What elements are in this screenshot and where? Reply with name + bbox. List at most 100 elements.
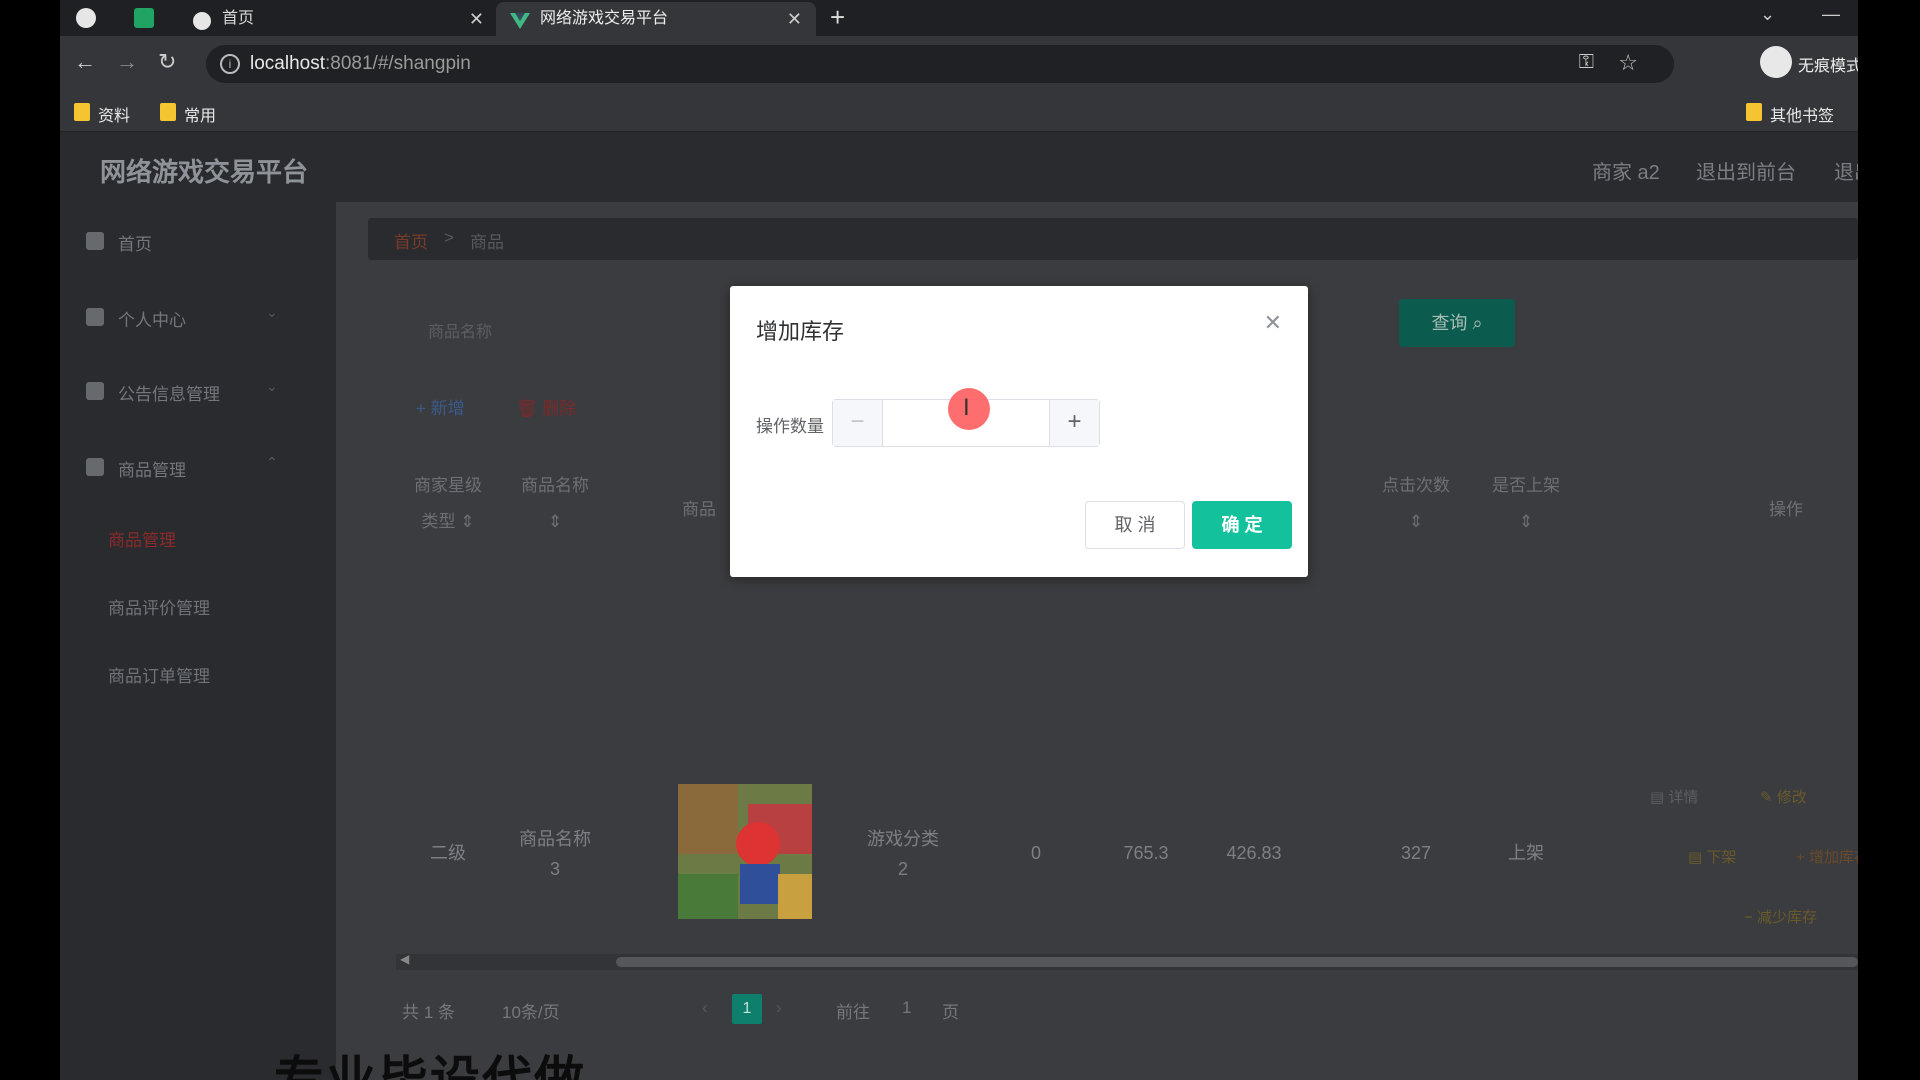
submenu-reviews[interactable]: 商品评价管理 (108, 594, 210, 619)
cell-name: 商品名称 (519, 829, 591, 849)
header-front-link[interactable]: 退出到前台 (1696, 156, 1796, 185)
add-stock-button[interactable]: + 增加库存 (1796, 846, 1858, 867)
offshelf-button[interactable]: ▤ 下架 (1688, 846, 1736, 867)
confirm-button[interactable]: 确 定 (1192, 501, 1292, 549)
address-bar: ← → ↻ i localhost:8081/#/shangpin ⚿ ☆ 无痕… (60, 36, 1858, 92)
plus-icon: + (1796, 849, 1809, 866)
bookmarks-bar: 资料 常用 其他书签 (60, 92, 1858, 132)
close-icon[interactable]: ✕ (469, 2, 484, 36)
table-scrollbar[interactable]: ◀ (396, 952, 1858, 970)
browser-tab-bar: 首页 ✕ 网络游戏交易平台 ✕ + ⌄ — (60, 0, 1858, 36)
dialog-title: 增加库存 (756, 319, 845, 344)
add-button[interactable]: + 新增 (416, 394, 465, 419)
th-level: 商家星级 (414, 476, 482, 495)
decrease-button[interactable]: − (833, 400, 883, 446)
globe-icon (192, 10, 212, 30)
app-header: 网络游戏交易平台 商家 a2 退出到前台 退出登录 (60, 132, 1858, 202)
scroll-left-icon[interactable]: ◀ (400, 952, 409, 966)
sort-icon[interactable]: ⇕ (500, 504, 610, 540)
reload-icon[interactable]: ↻ (158, 50, 176, 74)
pager-total: 共 1 条 (402, 1003, 455, 1022)
user-icon (86, 308, 104, 326)
minus-icon: − (1744, 909, 1757, 926)
header-logout-link[interactable]: 退出登录 (1834, 156, 1858, 185)
new-tab-icon[interactable]: + (830, 2, 845, 32)
detail-button[interactable]: ▤ 详情 (1650, 786, 1698, 807)
search-input[interactable]: 商品名称 (408, 308, 728, 348)
cell-category-line2: 2 (897, 859, 908, 879)
th-name: 商品名称 (521, 476, 589, 495)
submenu-orders[interactable]: 商品订单管理 (108, 662, 210, 687)
sidebar-item-profile[interactable]: 个人中心 ⌄ (86, 304, 278, 331)
search-icon: ⌕ (1472, 313, 1483, 333)
folder-icon (1746, 103, 1762, 121)
cell-price-2: 426.83 (1226, 843, 1282, 863)
increase-button[interactable]: + (1049, 400, 1099, 446)
profile-label[interactable]: 无痕模式 (1798, 52, 1858, 76)
forward-icon[interactable]: → (116, 50, 138, 74)
url-field[interactable]: i localhost:8081/#/shangpin ⚿ ☆ (206, 45, 1674, 83)
text-cursor-icon: I (963, 394, 970, 421)
prev-page-icon[interactable]: ‹ (702, 998, 708, 1018)
submenu-goods[interactable]: 商品管理 (108, 526, 176, 551)
overlay-caption: 专业毕设代做 (274, 1052, 586, 1080)
incognito-icon[interactable] (1760, 46, 1792, 78)
scroll-thumb[interactable] (616, 957, 1858, 967)
th-ops: 操作 (1769, 500, 1803, 519)
tab-title: 网络游戏交易平台 (540, 10, 669, 27)
th-image: 商品 (682, 500, 716, 519)
delete-button[interactable]: 🗑 删除 (516, 394, 576, 419)
quantity-label: 操作数量 (756, 417, 824, 436)
cell-stock: 0 (1030, 843, 1041, 863)
header-user[interactable]: 商家 a2 (1592, 156, 1660, 185)
reduce-stock-button[interactable]: − 减少库存 (1744, 906, 1817, 927)
breadcrumb: 首页 > 商品 (368, 218, 1858, 260)
sidebar-item-home[interactable]: 首页 (86, 230, 152, 255)
cell-price: 765.3 (1123, 843, 1169, 863)
bookmark-item[interactable]: 常用 (160, 102, 216, 126)
th-clicks: 点击次数 (1382, 476, 1450, 495)
edit-icon: ✎ (1760, 789, 1777, 806)
page-number-current[interactable]: 1 (732, 994, 762, 1024)
breadcrumb-current: 商品 (470, 233, 504, 252)
close-icon[interactable]: ✕ (787, 2, 802, 36)
sidebar-item-notice[interactable]: 公告信息管理 ⌄ (86, 378, 278, 405)
globe-icon[interactable] (76, 8, 96, 28)
page-size-select[interactable]: 10条/页 (502, 998, 560, 1023)
sidebar: 首页 个人中心 ⌄ 公告信息管理 ⌄ 商品管理 ⌃ 商品管理 商品评价管理 商品订单管… (60, 202, 336, 1080)
add-stock-dialog: 增加库存 ✕ 操作数量 − + I 取 消 确 定 (730, 286, 1308, 577)
bookmark-item[interactable]: 资料 (74, 102, 130, 126)
info-icon[interactable]: i (220, 54, 240, 74)
tab-search-icon[interactable]: ⌄ (1760, 4, 1775, 25)
cell-onshelf: 上架 (1508, 843, 1544, 863)
cell-clicks: 327 (1400, 843, 1432, 863)
folder-icon (160, 103, 176, 121)
screen: 首页 ✕ 网络游戏交易平台 ✕ + ⌄ — ← → ↻ i localhost:… (60, 0, 1858, 1080)
th-type[interactable]: 类型 ⇕ (396, 504, 500, 540)
bookmark-item-other[interactable]: 其他书签 (1746, 102, 1834, 126)
cancel-button[interactable]: 取 消 (1085, 501, 1185, 549)
tab-platform[interactable]: 网络游戏交易平台 ✕ (496, 2, 816, 36)
breadcrumb-home[interactable]: 首页 (394, 228, 428, 253)
key-icon[interactable]: ⚿ (1579, 51, 1594, 74)
edit-button[interactable]: ✎ 修改 (1760, 786, 1807, 807)
sheets-icon[interactable] (134, 8, 154, 28)
star-icon[interactable]: ☆ (1618, 50, 1638, 76)
sort-icon[interactable]: ⇕ (1476, 504, 1576, 540)
chevron-down-icon: ⌄ (266, 304, 278, 320)
next-page-icon[interactable]: › (776, 998, 782, 1018)
url-text: localhost:8081/#/shangpin (250, 53, 471, 74)
query-button[interactable]: 查询 ⌕ (1399, 299, 1515, 347)
sort-icon[interactable]: ⇕ (1366, 504, 1466, 540)
list-icon (86, 458, 104, 476)
cell-name-line2: 3 (549, 859, 560, 879)
minimize-icon[interactable]: — (1822, 4, 1840, 25)
pager-goto-input[interactable]: 1 (902, 998, 911, 1018)
plus-icon: + (416, 399, 431, 418)
back-icon[interactable]: ← (74, 50, 96, 74)
sidebar-item-goods[interactable]: 商品管理 ⌃ (86, 454, 278, 481)
close-icon[interactable]: ✕ (1264, 310, 1282, 336)
tab-title: 首页 (222, 10, 255, 27)
tab-home[interactable]: 首页 ✕ (178, 2, 498, 36)
pager-goto: 前往 (836, 1003, 870, 1022)
